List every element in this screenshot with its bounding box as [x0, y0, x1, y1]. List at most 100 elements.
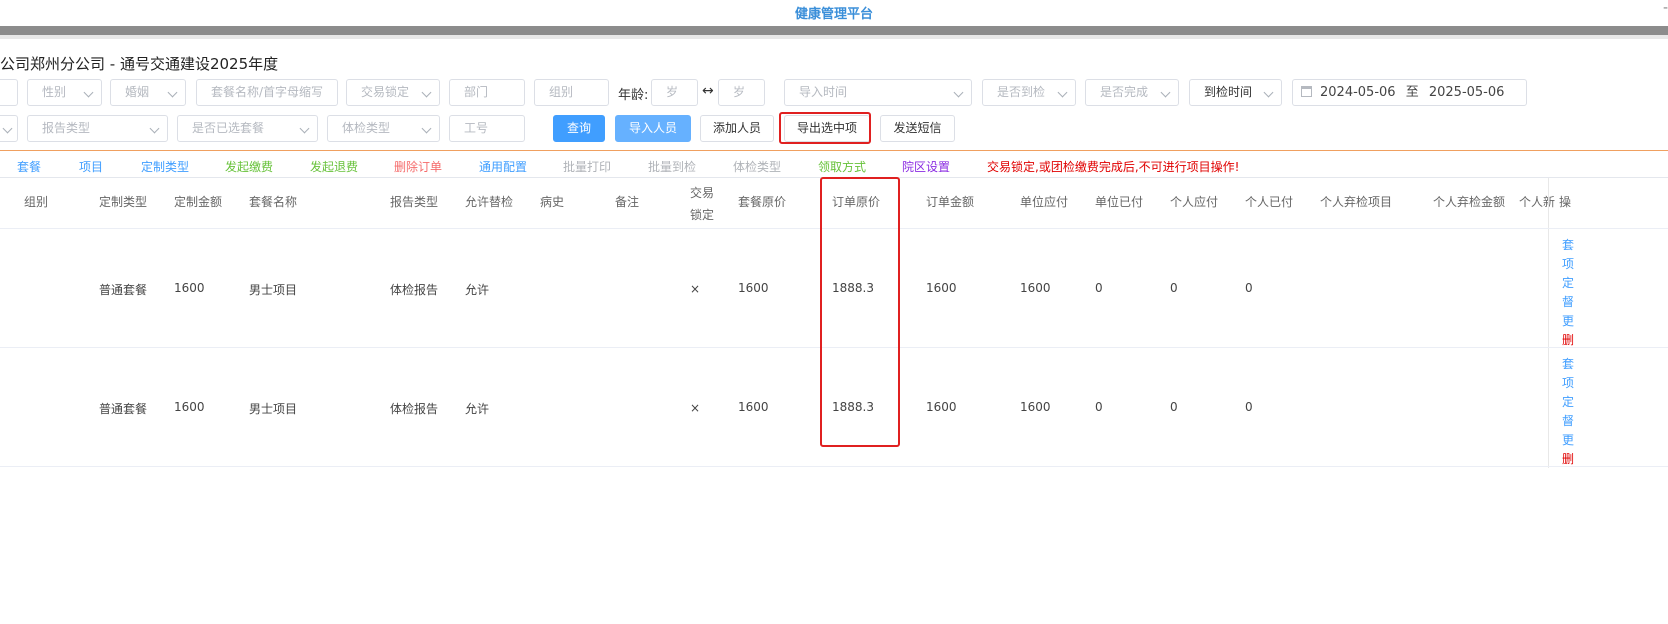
- exam-type-select[interactable]: 体检类型: [327, 115, 440, 142]
- package-search-input[interactable]: 套餐名称/首字母缩写: [196, 79, 338, 106]
- row-operations: 套 项 定 督 更 删: [1562, 355, 1578, 469]
- employee-id-placeholder: 工号: [464, 121, 489, 135]
- trade-lock-select[interactable]: 交易锁定: [346, 79, 440, 106]
- group-input[interactable]: 组别: [534, 79, 609, 106]
- op-package-link[interactable]: 套: [1562, 355, 1578, 374]
- optional-package-select[interactable]: 是否已选套餐: [177, 115, 318, 142]
- minimize-button[interactable]: -: [1663, 0, 1668, 16]
- col-group: 组别: [24, 195, 49, 209]
- col-custom-type: 定制类型: [99, 195, 148, 209]
- cell-unit-payable: 1600: [1020, 400, 1051, 414]
- action-item[interactable]: 项目: [79, 158, 103, 175]
- chevron-down-icon: [953, 87, 964, 98]
- chevron-down-icon: [1057, 87, 1068, 98]
- completed-placeholder: 是否完成: [1100, 85, 1149, 99]
- op-custom-link[interactable]: 定: [1562, 393, 1578, 412]
- trade-lock-placeholder: 交易锁定: [361, 85, 410, 99]
- col-custom-amount: 定制金额: [174, 195, 223, 209]
- title-bar: 健康管理平台 -: [0, 0, 1668, 26]
- op-supervise-link[interactable]: 督: [1562, 293, 1578, 312]
- row-divider: [0, 466, 1668, 467]
- col-unit-paid: 单位已付: [1095, 195, 1144, 209]
- age-from-input[interactable]: 岁: [651, 79, 698, 106]
- date-to: 2025-05-06: [1428, 85, 1505, 100]
- checked-in-placeholder: 是否到检: [997, 85, 1046, 99]
- cell-package-price: 1600: [738, 400, 769, 414]
- checkin-time-select[interactable]: 到检时间: [1189, 79, 1282, 106]
- age-range-arrow: ↔: [702, 83, 714, 99]
- op-change-link[interactable]: 更: [1562, 431, 1578, 450]
- filter-name-input[interactable]: [0, 79, 18, 106]
- date-separator: 至: [1405, 85, 1419, 100]
- op-change-link[interactable]: 更: [1562, 312, 1578, 331]
- col-order-price: 订单原价: [832, 195, 881, 209]
- col-order-amount: 订单金额: [926, 195, 975, 209]
- import-time-select[interactable]: 导入时间: [784, 79, 972, 106]
- date-range-picker[interactable]: 2024-05-06 至 2025-05-06: [1292, 79, 1527, 106]
- action-exam-type[interactable]: 体检类型: [733, 158, 781, 175]
- cell-custom-amount: 1600: [174, 281, 205, 295]
- send-sms-button[interactable]: 发送短信: [880, 115, 955, 142]
- optional-package-placeholder: 是否已选套餐: [192, 121, 265, 135]
- cell-report-type: 体检报告: [390, 402, 439, 416]
- filter-row2-select[interactable]: [0, 115, 18, 142]
- marital-select[interactable]: 婚姻: [110, 79, 186, 106]
- col-history: 病史: [540, 195, 565, 209]
- chevron-down-icon: [1263, 87, 1274, 98]
- completed-select[interactable]: 是否完成: [1085, 79, 1179, 106]
- action-general-config[interactable]: 通用配置: [479, 158, 527, 175]
- cell-order-price: 1888.3: [832, 281, 874, 295]
- action-delete-order[interactable]: 删除订单: [394, 158, 442, 175]
- col-remark: 备注: [615, 195, 640, 209]
- action-pickup-method[interactable]: 领取方式: [818, 158, 866, 175]
- export-selected-button[interactable]: 导出选中项: [784, 115, 870, 142]
- cell-order-price: 1888.3: [832, 400, 874, 414]
- op-item-link[interactable]: 项: [1562, 374, 1578, 393]
- col-personal-paid: 个人已付: [1245, 195, 1294, 209]
- gender-select[interactable]: 性别: [27, 79, 102, 106]
- col-report-type: 报告类型: [390, 195, 439, 209]
- col-package-price: 套餐原价: [738, 195, 787, 209]
- op-supervise-link[interactable]: 督: [1562, 412, 1578, 431]
- import-people-button[interactable]: 导入人员: [615, 115, 691, 142]
- action-batch-print[interactable]: 批量打印: [563, 158, 611, 175]
- gender-select-placeholder: 性别: [42, 85, 67, 99]
- row-operations: 套 项 定 督 更 删: [1562, 236, 1578, 350]
- chevron-down-icon: [167, 87, 178, 98]
- query-button[interactable]: 查询: [553, 115, 605, 142]
- report-type-placeholder: 报告类型: [42, 121, 91, 135]
- report-type-select[interactable]: 报告类型: [27, 115, 168, 142]
- exam-type-placeholder: 体检类型: [342, 121, 391, 135]
- op-package-link[interactable]: 套: [1562, 236, 1578, 255]
- action-custom-type[interactable]: 定制类型: [141, 158, 189, 175]
- date-from: 2024-05-06: [1320, 85, 1396, 100]
- employee-id-input[interactable]: 工号: [449, 115, 525, 142]
- action-batch-checkin[interactable]: 批量到检: [648, 158, 696, 175]
- cell-report-type: 体检报告: [390, 283, 439, 297]
- col-personal-new: 个人新: [1519, 195, 1556, 209]
- header-divider: [0, 228, 1668, 229]
- department-input[interactable]: 部门: [449, 79, 525, 106]
- op-custom-link[interactable]: 定: [1562, 274, 1578, 293]
- action-initiate-payment[interactable]: 发起缴费: [225, 158, 273, 175]
- age-to-input[interactable]: 岁: [718, 79, 765, 106]
- cell-custom-amount: 1600: [174, 400, 205, 414]
- add-person-button[interactable]: 添加人员: [700, 115, 774, 142]
- action-campus-settings[interactable]: 院区设置: [902, 158, 950, 175]
- group-placeholder: 组别: [549, 85, 574, 99]
- cell-allow-substitute: 允许: [465, 402, 490, 416]
- col-operations: 操: [1559, 195, 1572, 209]
- col-locked: 锁定: [690, 208, 715, 222]
- op-item-link[interactable]: 项: [1562, 255, 1578, 274]
- tab-strip-divider: [0, 35, 1668, 39]
- action-package[interactable]: 套餐: [17, 158, 41, 175]
- cell-personal-paid: 0: [1245, 400, 1253, 414]
- chevron-down-icon: [421, 123, 432, 134]
- col-allow-substitute: 允许替检: [465, 195, 514, 209]
- action-initiate-refund[interactable]: 发起退费: [310, 158, 358, 175]
- cell-unit-payable: 1600: [1020, 281, 1051, 295]
- checked-in-select[interactable]: 是否到检: [982, 79, 1076, 106]
- page-title: 公司郑州分公司 - 通号交通建设2025年度: [0, 55, 279, 73]
- cell-package-name: 男士项目: [249, 283, 298, 297]
- cell-custom-type: 普通套餐: [99, 402, 148, 416]
